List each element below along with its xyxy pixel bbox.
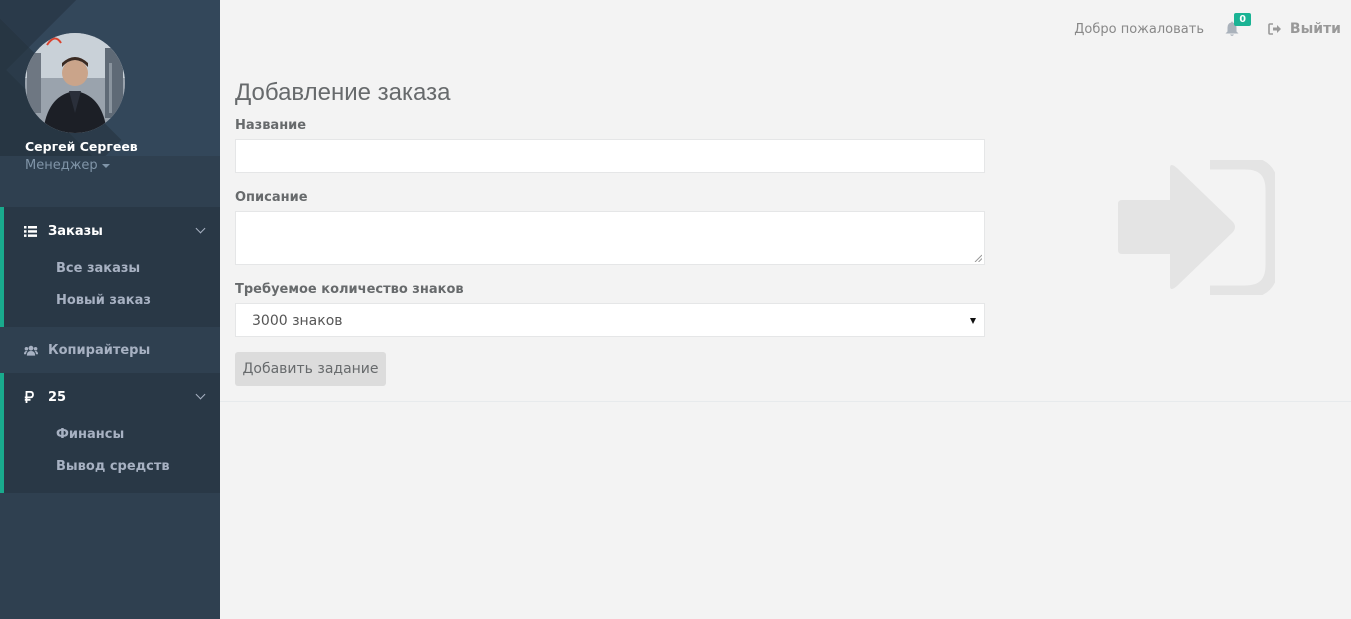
description-textarea[interactable] xyxy=(235,211,985,265)
resize-handle-icon[interactable] xyxy=(974,254,982,262)
nav-orders[interactable]: Заказы xyxy=(24,221,206,241)
chars-count-label: Требуемое количество знаков xyxy=(235,282,464,297)
name-input[interactable] xyxy=(235,139,985,173)
users-icon xyxy=(24,345,38,356)
chevron-down-icon xyxy=(195,223,206,234)
nav-group-copywriters: Копирайтеры xyxy=(0,327,220,373)
content-divider xyxy=(220,401,1351,402)
nav-new-order[interactable]: Новый заказ xyxy=(56,293,151,308)
nav-group-balance: 25 Финансы Вывод средств xyxy=(0,373,220,493)
profile-header: Сергей Сергеев Менеджер xyxy=(0,0,220,207)
ruble-icon xyxy=(24,391,38,403)
welcome-text: Добро пожаловать xyxy=(1074,22,1204,37)
logout-label: Выйти xyxy=(1289,21,1341,37)
nav-balance-label: 25 xyxy=(48,389,67,405)
user-name: Сергей Сергеев xyxy=(25,139,138,154)
list-icon xyxy=(24,225,38,237)
nav-copywriters-label: Копирайтеры xyxy=(48,342,151,358)
avatar[interactable] xyxy=(25,33,125,133)
nav-finances[interactable]: Финансы xyxy=(56,427,124,442)
chevron-down-icon xyxy=(195,389,206,400)
chars-count-select[interactable]: 3000 знаков xyxy=(235,303,985,337)
page-title: Добавление заказа xyxy=(235,79,451,106)
sign-out-icon xyxy=(1268,23,1282,35)
user-role-dropdown[interactable]: Менеджер xyxy=(25,158,110,173)
nav-balance[interactable]: 25 xyxy=(24,387,206,407)
dropdown-arrow-icon xyxy=(970,318,976,324)
topbar: Добро пожаловать 0 Выйти xyxy=(220,0,1351,60)
sign-in-icon xyxy=(1118,160,1275,295)
nav-all-orders[interactable]: Все заказы xyxy=(56,261,140,276)
notification-count-badge: 0 xyxy=(1234,13,1251,26)
nav-group-orders: Заказы Все заказы Новый заказ xyxy=(0,207,220,327)
add-task-button[interactable]: Добавить задание xyxy=(235,352,386,386)
chars-count-value: 3000 знаков xyxy=(252,313,343,329)
logout-link[interactable]: Выйти xyxy=(1268,21,1341,37)
description-label: Описание xyxy=(235,190,308,205)
user-role-label: Менеджер xyxy=(25,158,98,173)
name-label: Название xyxy=(235,118,307,133)
nav-copywriters[interactable]: Копирайтеры xyxy=(24,340,204,360)
caret-down-icon xyxy=(101,163,110,168)
sidebar: Сергей Сергеев Менеджер Заказы Все заказ… xyxy=(0,0,220,619)
nav-withdraw[interactable]: Вывод средств xyxy=(56,459,170,474)
nav-orders-label: Заказы xyxy=(48,223,103,239)
